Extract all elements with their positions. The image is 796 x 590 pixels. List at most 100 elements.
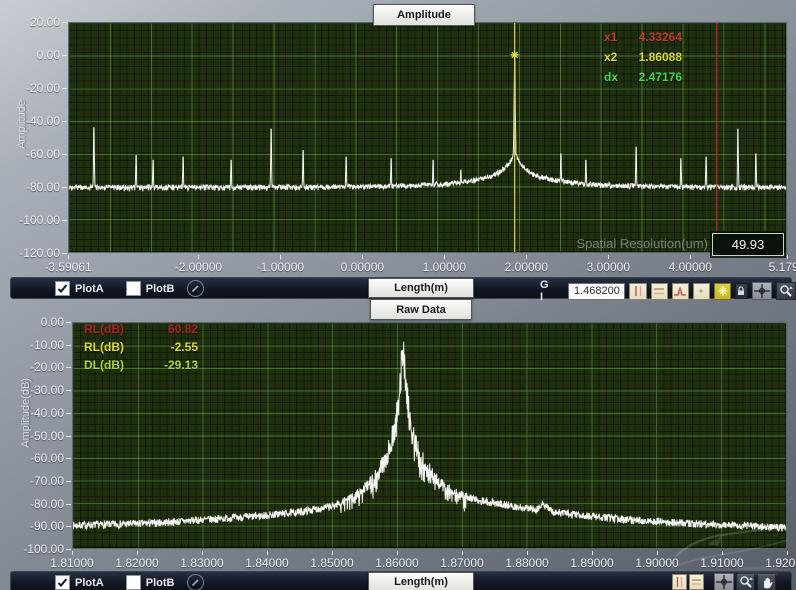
x-axis-tab-length-bottom[interactable]: Length(m) — [368, 572, 474, 590]
bottom-plot-toggles: PlotA PlotB — [55, 574, 204, 590]
tick-mark — [62, 253, 67, 254]
loss-readouts: RL(dB)60.82RL(dB)-2.55DL(dB)-29.13 — [84, 320, 198, 374]
tick-mark — [397, 551, 398, 555]
vertical-cursors-icon[interactable] — [629, 283, 646, 300]
tick-mark — [332, 551, 333, 555]
y-tick-label: -10.00 — [30, 338, 64, 352]
tick-mark — [198, 255, 199, 259]
y-tick-label: 0.00 — [41, 315, 64, 329]
x-tick-label: 1.85000 — [310, 556, 353, 570]
top-toolbar-right: G I 1.468200 — [540, 279, 796, 303]
readout-value: 1.86088 — [639, 50, 682, 64]
y-tick-label: -120.00 — [19, 246, 60, 260]
y-tick-label: -20.00 — [30, 360, 64, 374]
horizontal-cursors-icon[interactable] — [689, 574, 704, 590]
tick-mark — [66, 367, 71, 368]
check-icon — [57, 283, 68, 294]
edit-pencil-icon[interactable] — [187, 280, 204, 297]
tick-mark — [68, 255, 69, 259]
zoom-icon[interactable] — [776, 282, 795, 300]
y-tick-label: -60.00 — [26, 147, 60, 161]
readout-label: RL(dB) — [84, 322, 124, 336]
crosshair-icon[interactable] — [714, 573, 734, 590]
plota-checkbox[interactable] — [55, 281, 70, 296]
readout-value: 60.82 — [168, 322, 198, 336]
tick-mark — [66, 458, 71, 459]
y-tick-label: -20.00 — [26, 81, 60, 95]
tick-mark — [462, 551, 463, 555]
readout-label: dx — [604, 70, 618, 84]
x-tick-label: 1.91000 — [700, 556, 743, 570]
vertical-cursors-icon[interactable] — [672, 574, 687, 590]
tab-raw-data[interactable]: Raw Data — [370, 299, 472, 320]
plota-checkbox[interactable] — [55, 575, 70, 590]
x-tick-label: -1.00000 — [257, 260, 304, 274]
tick-mark — [62, 121, 67, 122]
x-tick-label: -2.00000 — [175, 260, 222, 274]
tick-mark — [280, 255, 281, 259]
x-tick-label: 1.89000 — [570, 556, 613, 570]
star-marker-icon[interactable] — [714, 283, 731, 300]
x-tick-label: 1.92000 — [765, 556, 796, 570]
y-tick-label: -90.00 — [30, 519, 64, 533]
x-tick-label: 4.00000 — [669, 260, 712, 274]
tick-mark — [657, 551, 658, 555]
tick-mark — [66, 345, 71, 346]
tick-mark — [787, 551, 788, 555]
tick-mark — [62, 220, 67, 221]
edit-pencil-icon[interactable] — [187, 574, 204, 590]
zoom-icon[interactable] — [736, 573, 755, 590]
tab-amplitude[interactable]: Amplitude — [373, 4, 475, 26]
x-tick-label: 1.81000 — [50, 556, 93, 570]
y-tick-label: -80.00 — [30, 497, 64, 511]
readout-value: 4.33264 — [639, 30, 682, 44]
tick-mark — [608, 255, 609, 259]
top-plot-toggles: PlotA PlotB — [55, 280, 204, 297]
readout-row: x2 1.86088 — [604, 47, 682, 67]
readout-label: DL(dB) — [84, 358, 124, 372]
x-tick-label: 0.00000 — [341, 260, 384, 274]
plotb-checkbox[interactable] — [126, 281, 141, 296]
x-tick-label: 1.86000 — [375, 556, 418, 570]
tick-mark — [526, 255, 527, 259]
tick-mark — [444, 255, 445, 259]
y-tick-label: -40.00 — [26, 114, 60, 128]
tick-mark — [722, 551, 723, 555]
tick-mark — [592, 551, 593, 555]
horizontal-cursors-icon[interactable] — [651, 283, 668, 300]
readout-value: 2.47176 — [639, 70, 682, 84]
gi-label: G I — [540, 279, 562, 303]
tick-mark — [690, 255, 691, 259]
x-axis-tab-length-top[interactable]: Length(m) — [368, 278, 474, 298]
readout-row: x14.33264 — [604, 27, 682, 47]
tick-mark — [62, 154, 67, 155]
lock-icon[interactable] — [735, 283, 747, 299]
tick-mark — [137, 551, 138, 555]
tick-mark — [66, 481, 71, 482]
x-tick-label: 1.83000 — [180, 556, 223, 570]
tick-mark — [66, 390, 71, 391]
y-tick-label: 20.00 — [30, 15, 60, 29]
peak-marker-icon[interactable] — [672, 283, 689, 300]
readout-label: RL(dB) — [84, 340, 124, 354]
x-tick-label: -3.59061 — [44, 260, 91, 274]
tick-mark — [66, 436, 71, 437]
peak-marker[interactable] — [511, 51, 519, 59]
marker-icon[interactable] — [693, 283, 710, 300]
plotb-label: PlotB — [146, 283, 175, 295]
plotb-checkbox[interactable] — [126, 575, 141, 590]
readout-row: RL(dB) 60.82 — [84, 320, 198, 338]
readout-label: x2 — [604, 50, 617, 64]
length-value-field[interactable]: 1.468200 — [568, 283, 625, 300]
x-tick-label: 1.88000 — [505, 556, 548, 570]
y-tick-label: -100.00 — [23, 542, 64, 556]
crosshair-icon[interactable] — [752, 282, 773, 300]
readout-row: RL(dB)-2.55 — [84, 338, 198, 356]
tick-mark — [527, 551, 528, 555]
tick-mark — [66, 549, 71, 550]
y-tick-label: -60.00 — [30, 451, 64, 465]
spatial-resolution-label: Spatial Resolution(um) — [576, 236, 708, 251]
y-tick-label: -50.00 — [30, 429, 64, 443]
y-tick-label: 0.00 — [37, 48, 60, 62]
pan-icon[interactable] — [757, 573, 776, 590]
